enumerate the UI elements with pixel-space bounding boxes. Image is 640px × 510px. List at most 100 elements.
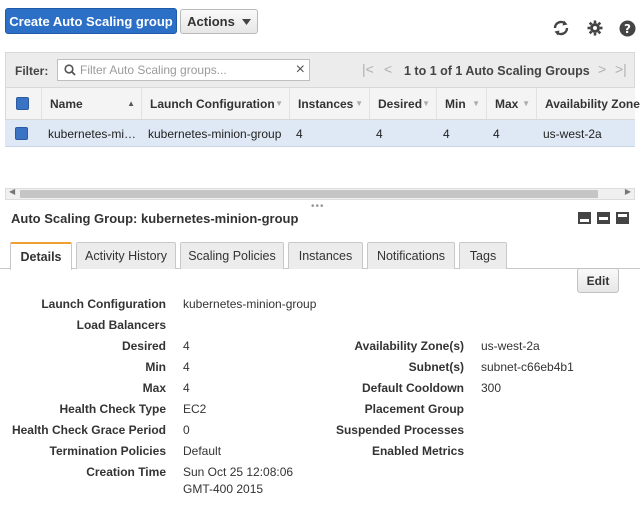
tab-details[interactable]: Details [10, 242, 72, 270]
layout-bottom-icon[interactable] [578, 212, 591, 224]
column-header-label: Instances [298, 96, 354, 111]
horizontal-scrollbar[interactable]: ◀ ▶ [5, 187, 635, 200]
column-header-desired[interactable]: Desired ▼ [369, 88, 436, 119]
sort-ascending-icon: ▲ [127, 99, 135, 108]
value-subnets: subnet-c66eb4b1 [481, 360, 574, 374]
scroll-right-icon[interactable]: ▶ [625, 187, 631, 196]
sort-icon: ▼ [355, 99, 363, 108]
top-toolbar: Create Auto Scaling group Actions ? [0, 0, 640, 46]
table-header: Name ▲ Launch Configuration ▼ Instances ▼ D… [5, 88, 640, 120]
cell-availability-zones: us-west-2a [543, 126, 602, 141]
caret-down-icon [241, 18, 251, 25]
tab-notifications[interactable]: Notifications [367, 242, 455, 269]
column-header-label: Min [445, 96, 466, 111]
select-all-checkbox-cell[interactable] [6, 88, 41, 119]
tab-activity-history[interactable]: Activity History [76, 242, 176, 269]
detail-title: Auto Scaling Group: kubernetes-minion-gr… [11, 211, 299, 226]
label-health-check-grace-period: Health Check Grace Period [11, 423, 166, 437]
actions-dropdown-button[interactable]: Actions [180, 9, 258, 34]
value-default-cooldown: 300 [481, 381, 502, 395]
edit-button[interactable]: Edit [577, 268, 619, 293]
edit-button-label: Edit [586, 273, 610, 288]
column-header-label: Launch Configuration [150, 96, 275, 111]
pagination-text: 1 to 1 of 1 Auto Scaling Groups [404, 64, 590, 78]
column-header-name[interactable]: Name ▲ [41, 88, 141, 119]
column-header-label: Availability Zones [545, 96, 640, 111]
column-header-availability-zones[interactable]: Availability Zones [536, 88, 640, 119]
row-checkbox[interactable] [15, 127, 28, 140]
value-health-check-type: EC2 [183, 402, 207, 416]
last-page-icon[interactable]: >| [615, 61, 627, 77]
search-icon [64, 64, 76, 76]
clear-filter-icon[interactable]: × [296, 61, 305, 79]
select-all-checkbox[interactable] [16, 97, 29, 110]
first-page-icon[interactable]: |< [362, 61, 374, 77]
cell-instances: 4 [296, 126, 303, 141]
create-button-label: Create Auto Scaling group [9, 13, 173, 29]
value-creation-time-timezone: GMT-400 2015 [183, 482, 264, 496]
label-min: Min [145, 360, 166, 374]
actions-button-label: Actions [187, 14, 235, 29]
label-suspended-processes: Suspended Processes [335, 423, 464, 437]
label-availability-zones: Availability Zone(s) [354, 339, 464, 353]
label-desired: Desired [121, 339, 166, 353]
help-icon[interactable]: ? [617, 18, 637, 38]
tab-tags[interactable]: Tags [459, 242, 507, 269]
label-termination-policies: Termination Policies [49, 444, 166, 458]
column-header-label: Name [50, 96, 83, 111]
filter-label: Filter: [15, 64, 49, 78]
sort-icon: ▼ [275, 99, 283, 108]
value-creation-time: Sun Oct 25 12:08:06 [183, 465, 294, 479]
create-auto-scaling-group-button[interactable]: Create Auto Scaling group [5, 8, 177, 34]
cell-min: 4 [443, 126, 450, 141]
svg-text:?: ? [624, 22, 631, 36]
table-row[interactable]: kubernetes-mi… kubernetes-minion-group 4… [5, 120, 635, 147]
column-header-max[interactable]: Max ▼ [486, 88, 536, 119]
label-subnets: Subnet(s) [408, 360, 464, 374]
cell-desired: 4 [376, 126, 383, 141]
cell-max: 4 [493, 126, 500, 141]
row-checkbox-cell[interactable] [5, 120, 40, 147]
gear-icon[interactable] [585, 18, 605, 38]
value-max: 4 [183, 381, 190, 395]
filter-input[interactable] [80, 62, 285, 78]
value-launch-configuration: kubernetes-minion-group [183, 297, 317, 311]
sort-icon: ▼ [522, 99, 530, 108]
splitter-handle[interactable]: ••• [311, 201, 325, 212]
sort-icon: ▼ [422, 99, 430, 108]
label-placement-group: Placement Group [364, 402, 464, 416]
filter-bar: Filter: × |< < 1 to 1 of 1 Auto Scaling … [5, 52, 635, 88]
label-launch-configuration: Launch Configuration [41, 297, 166, 311]
label-health-check-type: Health Check Type [59, 402, 166, 416]
column-header-label: Max [495, 96, 519, 111]
label-max: Max [142, 381, 166, 395]
detail-tabs: Details Activity History Scaling Policie… [0, 241, 640, 270]
cell-name: kubernetes-mi… [48, 126, 137, 141]
label-default-cooldown: Default Cooldown [362, 381, 464, 395]
previous-page-icon[interactable]: < [384, 61, 392, 77]
column-header-instances[interactable]: Instances ▼ [289, 88, 369, 119]
value-desired: 4 [183, 339, 190, 353]
refresh-icon[interactable] [551, 18, 571, 38]
tab-instances[interactable]: Instances [288, 242, 363, 269]
cell-launch-configuration: kubernetes-minion-group [148, 126, 282, 141]
layout-top-icon[interactable] [616, 212, 629, 224]
label-creation-time: Creation Time [86, 465, 166, 479]
value-health-check-grace-period: 0 [183, 423, 190, 437]
value-min: 4 [183, 360, 190, 374]
column-header-min[interactable]: Min ▼ [436, 88, 486, 119]
panel-layout-controls [578, 212, 629, 224]
tab-scaling-policies[interactable]: Scaling Policies [180, 242, 284, 269]
value-termination-policies: Default [183, 444, 222, 458]
label-enabled-metrics: Enabled Metrics [371, 444, 464, 458]
sort-icon: ▼ [472, 99, 480, 108]
column-header-label: Desired [378, 96, 423, 111]
filter-box: × [57, 59, 310, 81]
scrollbar-thumb[interactable] [20, 190, 598, 198]
layout-split-icon[interactable] [597, 212, 610, 224]
column-header-launch-configuration[interactable]: Launch Configuration ▼ [141, 88, 289, 119]
scroll-left-icon[interactable]: ◀ [9, 187, 15, 196]
label-load-balancers: Load Balancers [76, 318, 166, 332]
value-availability-zones: us-west-2a [481, 339, 540, 353]
next-page-icon[interactable]: > [598, 61, 606, 77]
